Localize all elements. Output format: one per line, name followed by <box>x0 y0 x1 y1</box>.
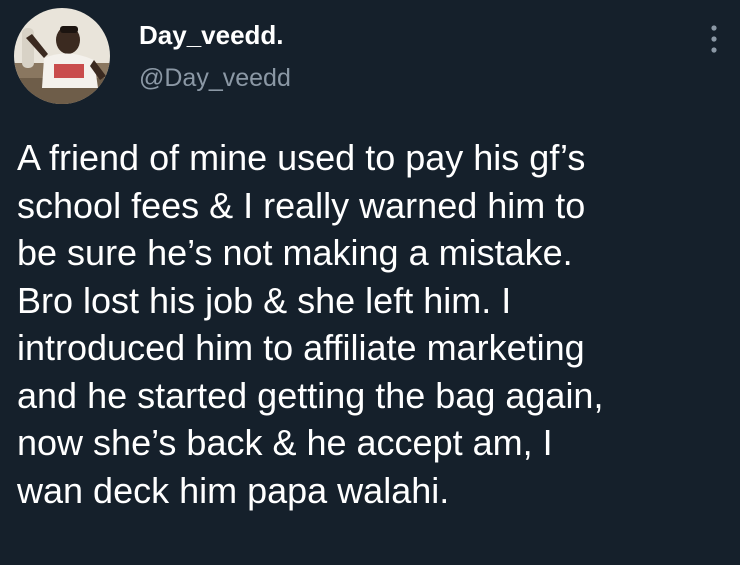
tweet-text-line: and he started getting the bag again, <box>17 374 604 416</box>
more-options-button[interactable] <box>706 22 722 56</box>
tweet-text-line: Bro lost his job & she left him. I <box>17 279 512 321</box>
author-handle[interactable]: @Day_veedd <box>139 64 291 93</box>
more-vertical-icon <box>711 25 717 53</box>
tweet-text-line: wan deck him papa walahi. <box>17 469 450 511</box>
profile-photo-icon <box>14 8 110 104</box>
tweet-card: Day_veedd. @Day_veedd A friend of mine u… <box>0 0 740 565</box>
author-display-name[interactable]: Day_veedd. <box>139 20 284 51</box>
tweet-text-line: now she’s back & he accept am, I <box>17 422 553 463</box>
author-avatar[interactable] <box>14 8 110 104</box>
tweet-text-line: introduced him to affiliate marketing <box>17 327 585 368</box>
tweet-text: A friend of mine used to pay his gf’s sc… <box>17 134 732 514</box>
tweet-text-line: A friend of mine used to pay his gf’s <box>17 137 586 178</box>
tweet-text-line: be sure he’s not making a mistake. <box>17 232 573 273</box>
tweet-text-line: school fees & I really warned him to <box>17 184 586 226</box>
